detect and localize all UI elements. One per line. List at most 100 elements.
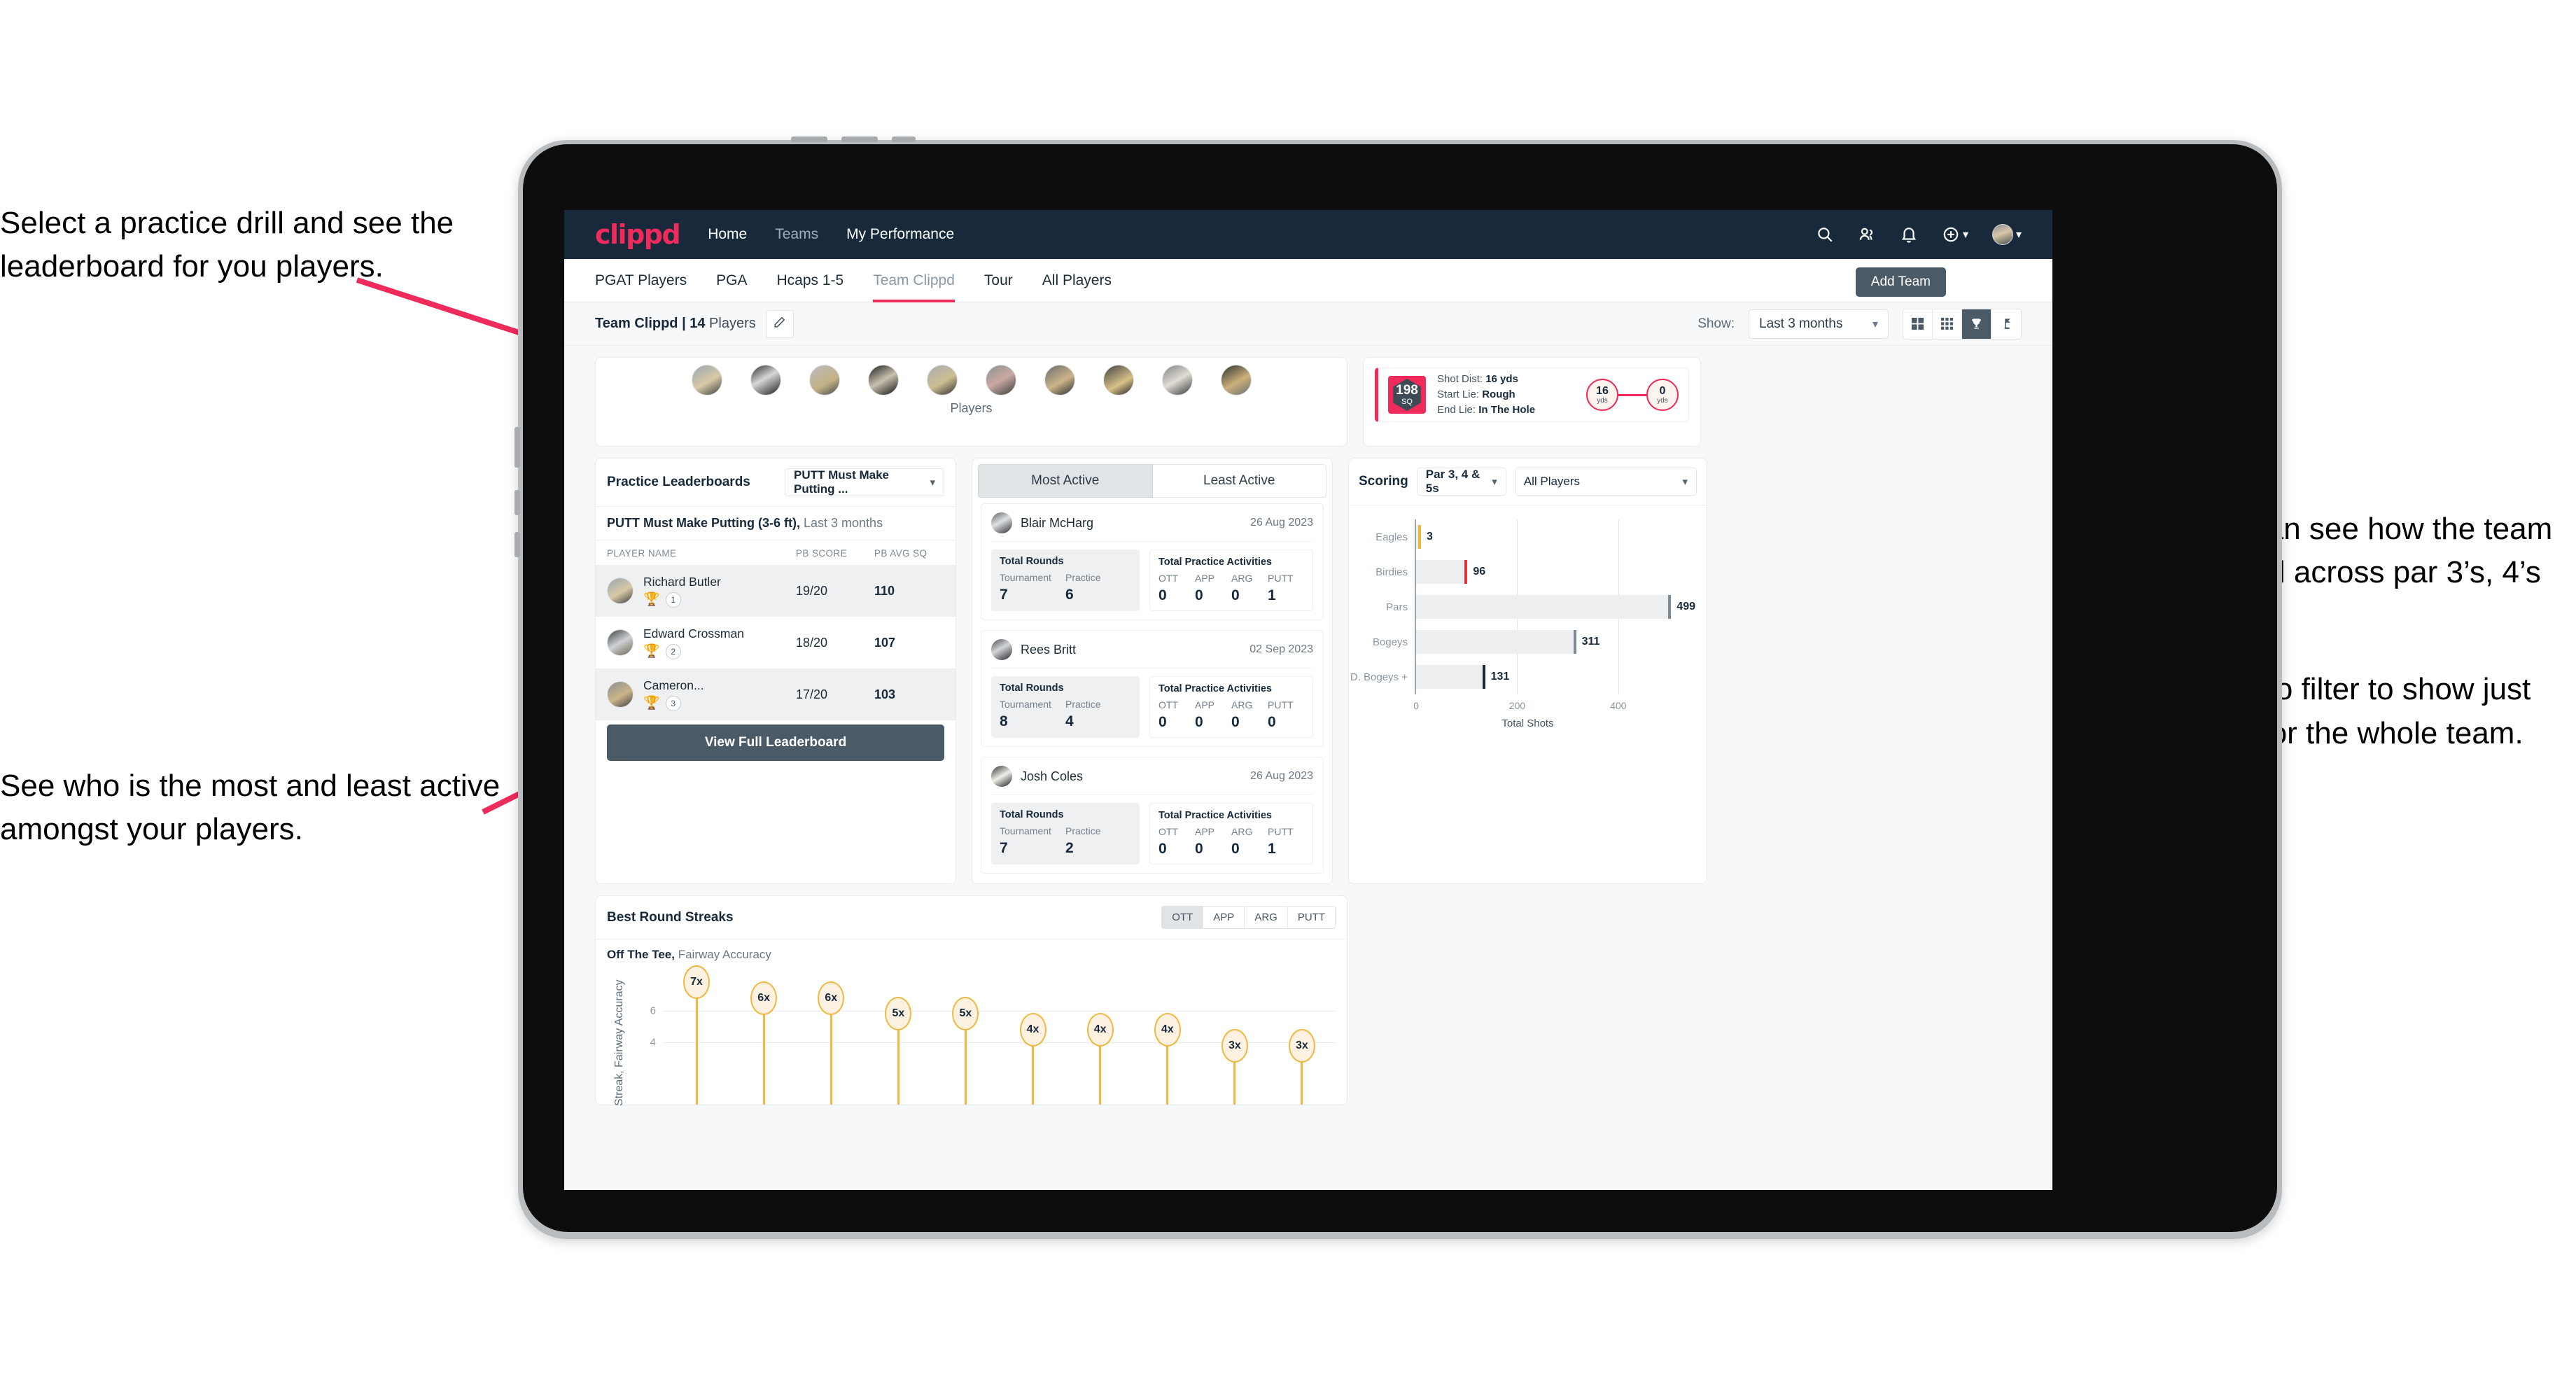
tab-pga[interactable]: PGA bbox=[716, 259, 747, 302]
best-round-streaks-card: Best Round Streaks OTT APP ARG PUTT Off … bbox=[595, 895, 1348, 1106]
x-axis-tick: 0 bbox=[1413, 700, 1419, 711]
avatar[interactable]: ▾ bbox=[1991, 224, 2022, 245]
people-icon[interactable] bbox=[1858, 225, 1876, 244]
plus-circle-icon[interactable]: ▾ bbox=[1942, 225, 1968, 244]
list-item[interactable]: Josh Coles 26 Aug 2023 Total Rounds Tour… bbox=[981, 757, 1324, 874]
tab-most-active[interactable]: Most Active bbox=[978, 464, 1153, 498]
side-button-1[interactable] bbox=[514, 427, 520, 468]
streak-marker[interactable]: 3x bbox=[1221, 1028, 1248, 1063]
search-icon[interactable] bbox=[1816, 225, 1834, 244]
bar-value-label: 499 bbox=[1676, 601, 1695, 612]
player-filter-select[interactable]: All Players ▾ bbox=[1514, 468, 1697, 496]
app-label: APP bbox=[1195, 826, 1215, 837]
drill-range: Last 3 months bbox=[800, 516, 883, 530]
tab-team-clippd[interactable]: Team Clippd bbox=[873, 259, 955, 302]
add-team-button[interactable]: Add Team bbox=[1855, 267, 1946, 297]
view-toggle-group bbox=[1903, 308, 2022, 340]
trophy-icon[interactable] bbox=[1962, 309, 1991, 339]
player-avatar[interactable] bbox=[1044, 365, 1075, 396]
pb-score: 19/20 bbox=[796, 583, 828, 598]
toggle-putt[interactable]: PUTT bbox=[1287, 906, 1335, 928]
leaderboard-subtitle: PUTT Must Make Putting (3-6 ft), Last 3 … bbox=[596, 507, 955, 540]
streak-stem bbox=[1301, 1058, 1303, 1105]
streak-marker[interactable]: 3x bbox=[1288, 1028, 1315, 1063]
player-avatar[interactable] bbox=[985, 365, 1016, 396]
tab-hcaps-1-5[interactable]: Hcaps 1-5 bbox=[776, 259, 844, 302]
toggle-app[interactable]: APP bbox=[1203, 906, 1245, 928]
streak-marker[interactable]: 4x bbox=[1019, 1013, 1046, 1046]
activity-date: 26 Aug 2023 bbox=[1250, 517, 1313, 528]
activity-tabs: Most Active Least Active bbox=[972, 458, 1332, 503]
power-button[interactable] bbox=[892, 136, 916, 142]
streak-marker[interactable]: 7x bbox=[683, 965, 710, 999]
nav-link-teams[interactable]: Teams bbox=[775, 226, 818, 243]
streak-marker[interactable]: 5x bbox=[885, 997, 912, 1031]
table-row[interactable]: Cameron... 🏆 3 17/20 103 bbox=[596, 668, 955, 720]
grid-small-icon[interactable] bbox=[1933, 309, 1962, 339]
side-button-3[interactable] bbox=[514, 532, 520, 557]
player-avatar[interactable] bbox=[1161, 365, 1193, 396]
streak-marker[interactable]: 4x bbox=[1086, 1013, 1114, 1046]
tournament-value: 7 bbox=[1000, 587, 1008, 603]
tab-pgat-players[interactable]: PGAT Players bbox=[595, 259, 687, 302]
distance-connector bbox=[1618, 393, 1646, 396]
show-label: Show: bbox=[1698, 316, 1735, 331]
streak-marker[interactable]: 6x bbox=[750, 981, 778, 1015]
side-button-2[interactable] bbox=[514, 490, 520, 515]
leaderboard-header: Practice Leaderboards PUTT Must Make Put… bbox=[596, 458, 955, 507]
streak-marker[interactable]: 4x bbox=[1154, 1013, 1181, 1046]
shot-quality-badge: 198 SQ bbox=[1388, 376, 1426, 414]
start-lie-value: Rough bbox=[1482, 388, 1516, 401]
tab-least-active[interactable]: Least Active bbox=[1152, 464, 1326, 498]
clippd-logo[interactable]: clippd bbox=[595, 219, 681, 250]
y-axis-tick: 6 bbox=[650, 1004, 656, 1016]
pb-score: 18/20 bbox=[796, 635, 828, 650]
rank-badge: 2 bbox=[665, 643, 681, 659]
ott-label: OTT bbox=[1158, 699, 1178, 710]
streak-marker[interactable]: 5x bbox=[952, 997, 979, 1031]
shot-dist-value: 16 yds bbox=[1485, 373, 1518, 386]
arg-label: ARG bbox=[1231, 826, 1253, 837]
player-avatar[interactable] bbox=[750, 365, 781, 396]
nav-link-home[interactable]: Home bbox=[708, 226, 747, 243]
list-item[interactable]: Rees Britt 02 Sep 2023 Total Rounds Tour… bbox=[981, 630, 1324, 747]
date-range-select[interactable]: Last 3 months ▾ bbox=[1749, 309, 1889, 339]
practice-value: 4 bbox=[1065, 713, 1074, 729]
player-avatar[interactable] bbox=[867, 365, 899, 396]
bell-icon[interactable] bbox=[1900, 225, 1918, 244]
tab-all-players[interactable]: All Players bbox=[1042, 259, 1112, 302]
table-row[interactable]: Richard Butler 🏆 1 19/20 110 bbox=[596, 565, 955, 617]
par-filter-select[interactable]: Par 3, 4 & 5s ▾ bbox=[1416, 468, 1506, 496]
volume-down-button[interactable] bbox=[841, 136, 878, 142]
flag-icon[interactable] bbox=[1991, 309, 2021, 339]
drill-select[interactable]: PUTT Must Make Putting ... ▾ bbox=[785, 468, 944, 496]
streak-marker[interactable]: 6x bbox=[818, 981, 845, 1015]
player-avatar[interactable] bbox=[808, 365, 840, 396]
practice-label: Practice bbox=[1065, 572, 1101, 583]
total-rounds-title: Total Rounds bbox=[1000, 682, 1064, 694]
shot-detail-row: 198 SQ Shot Dist: 16 yds Start Lie: Roug… bbox=[1375, 368, 1689, 422]
ott-label: OTT bbox=[1158, 826, 1178, 837]
streaks-subtitle: Off The Tee, Fairway Accuracy bbox=[596, 939, 1347, 962]
edit-team-button[interactable] bbox=[765, 309, 794, 338]
toggle-arg[interactable]: ARG bbox=[1245, 906, 1288, 928]
player-avatar[interactable] bbox=[1102, 365, 1134, 396]
table-row[interactable]: Edward Crossman 🏆 2 18/20 107 bbox=[596, 617, 955, 668]
nav-link-my-performance[interactable]: My Performance bbox=[846, 226, 954, 243]
player-avatar[interactable] bbox=[691, 365, 722, 396]
shot-detail-lines: Shot Dist: 16 yds Start Lie: Rough End L… bbox=[1437, 372, 1535, 418]
team-players-suffix: Players bbox=[705, 316, 756, 331]
volume-up-button[interactable] bbox=[791, 136, 827, 142]
grid-large-icon[interactable] bbox=[1903, 309, 1933, 339]
view-full-leaderboard-button[interactable]: View Full Leaderboard bbox=[607, 724, 944, 761]
list-item[interactable]: Blair McHarg 26 Aug 2023 Total Rounds To… bbox=[981, 503, 1324, 620]
y-axis-tick: 4 bbox=[650, 1036, 656, 1049]
trophy-icon: 🏆 bbox=[643, 644, 660, 659]
toggle-ott[interactable]: OTT bbox=[1162, 906, 1204, 928]
main-content: Players 198 SQ Shot Dist: 16 yds Start L… bbox=[564, 357, 2052, 1106]
player-avatar[interactable] bbox=[926, 365, 958, 396]
tab-tour[interactable]: Tour bbox=[984, 259, 1013, 302]
chevron-down-icon: ▾ bbox=[1492, 476, 1497, 488]
player-avatar[interactable] bbox=[1220, 365, 1252, 396]
player-name: Josh Coles bbox=[1021, 769, 1084, 783]
